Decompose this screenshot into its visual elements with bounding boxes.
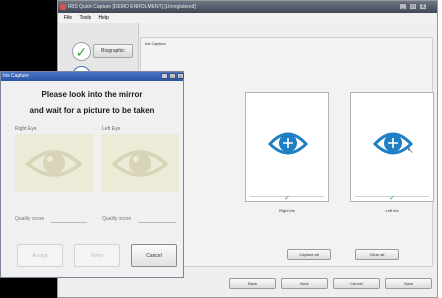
mouse-cursor-icon: ↖ [407,146,414,155]
left-iris-card[interactable]: ✓ [350,92,434,202]
instruction-line-2: and wait for a picture to be taken [29,106,155,115]
clear-all-button[interactable]: Clear all [355,249,399,260]
checkmark-icon: ✓ [389,195,395,202]
eye-icon [111,150,169,177]
retry-button[interactable]: Retry [74,244,120,267]
left-eye-label: Left Eye [102,126,121,132]
checkmark-icon: ✓ [75,44,88,60]
right-quality-score-label: Quality score [15,216,45,222]
biographic-step-button[interactable]: ✓ [72,42,91,61]
right-iris-label: Right iris [279,208,295,213]
dialog-titlebar: Iris Capture [1,72,183,81]
maximize-button[interactable]: □ [409,3,417,10]
menu-tools[interactable]: Tools [79,15,91,21]
app-icon [60,4,66,10]
menu-file[interactable]: File [64,15,72,21]
dialog-maximize-button[interactable]: □ [169,73,176,79]
biographic-step-label[interactable]: Biographic [93,44,133,58]
left-quality-score-label: Quality score [102,216,132,222]
menu-help[interactable]: Help [99,15,109,21]
main-window-title: IRIS Quick Capture [DEMO ENROLMENT] [Unr… [68,4,196,10]
main-titlebar: IRIS Quick Capture [DEMO ENROLMENT] [Unr… [58,1,437,13]
right-eye-preview [15,134,93,192]
next-button[interactable]: Next [281,278,328,289]
eye-icon [25,150,83,177]
eye-icon [267,132,309,155]
accept-button[interactable]: Accept [17,244,63,267]
save-button[interactable]: Save [385,278,432,289]
dialog-close-button[interactable]: X [177,73,184,79]
right-iris-card[interactable]: ✓ [245,92,329,202]
left-quality-score-value [138,222,176,223]
dialog-cancel-button[interactable]: Cancel [131,244,177,267]
left-eye-preview [101,134,179,192]
right-quality-score-value [51,222,87,223]
right-eye-label: Right Eye [15,126,37,132]
back-button[interactable]: Back [229,278,276,289]
capture-all-button[interactable]: Capture all [287,249,331,260]
checkmark-icon: ✓ [284,195,290,202]
eye-icon [372,132,414,155]
cancel-main-button[interactable]: Cancel [333,278,380,289]
instruction-line-1: Please look into the mirror [41,90,143,99]
close-button[interactable]: X [419,3,427,10]
minimize-button[interactable]: _ [399,3,407,10]
section-title: Iris Capture [145,41,166,46]
menu-bar: File Tools Help [58,13,437,23]
dialog-minimize-button[interactable]: _ [161,73,168,79]
left-iris-label: Left iris [385,208,399,213]
iris-capture-dialog: Iris Capture _ □ X Please look into the … [0,71,184,278]
